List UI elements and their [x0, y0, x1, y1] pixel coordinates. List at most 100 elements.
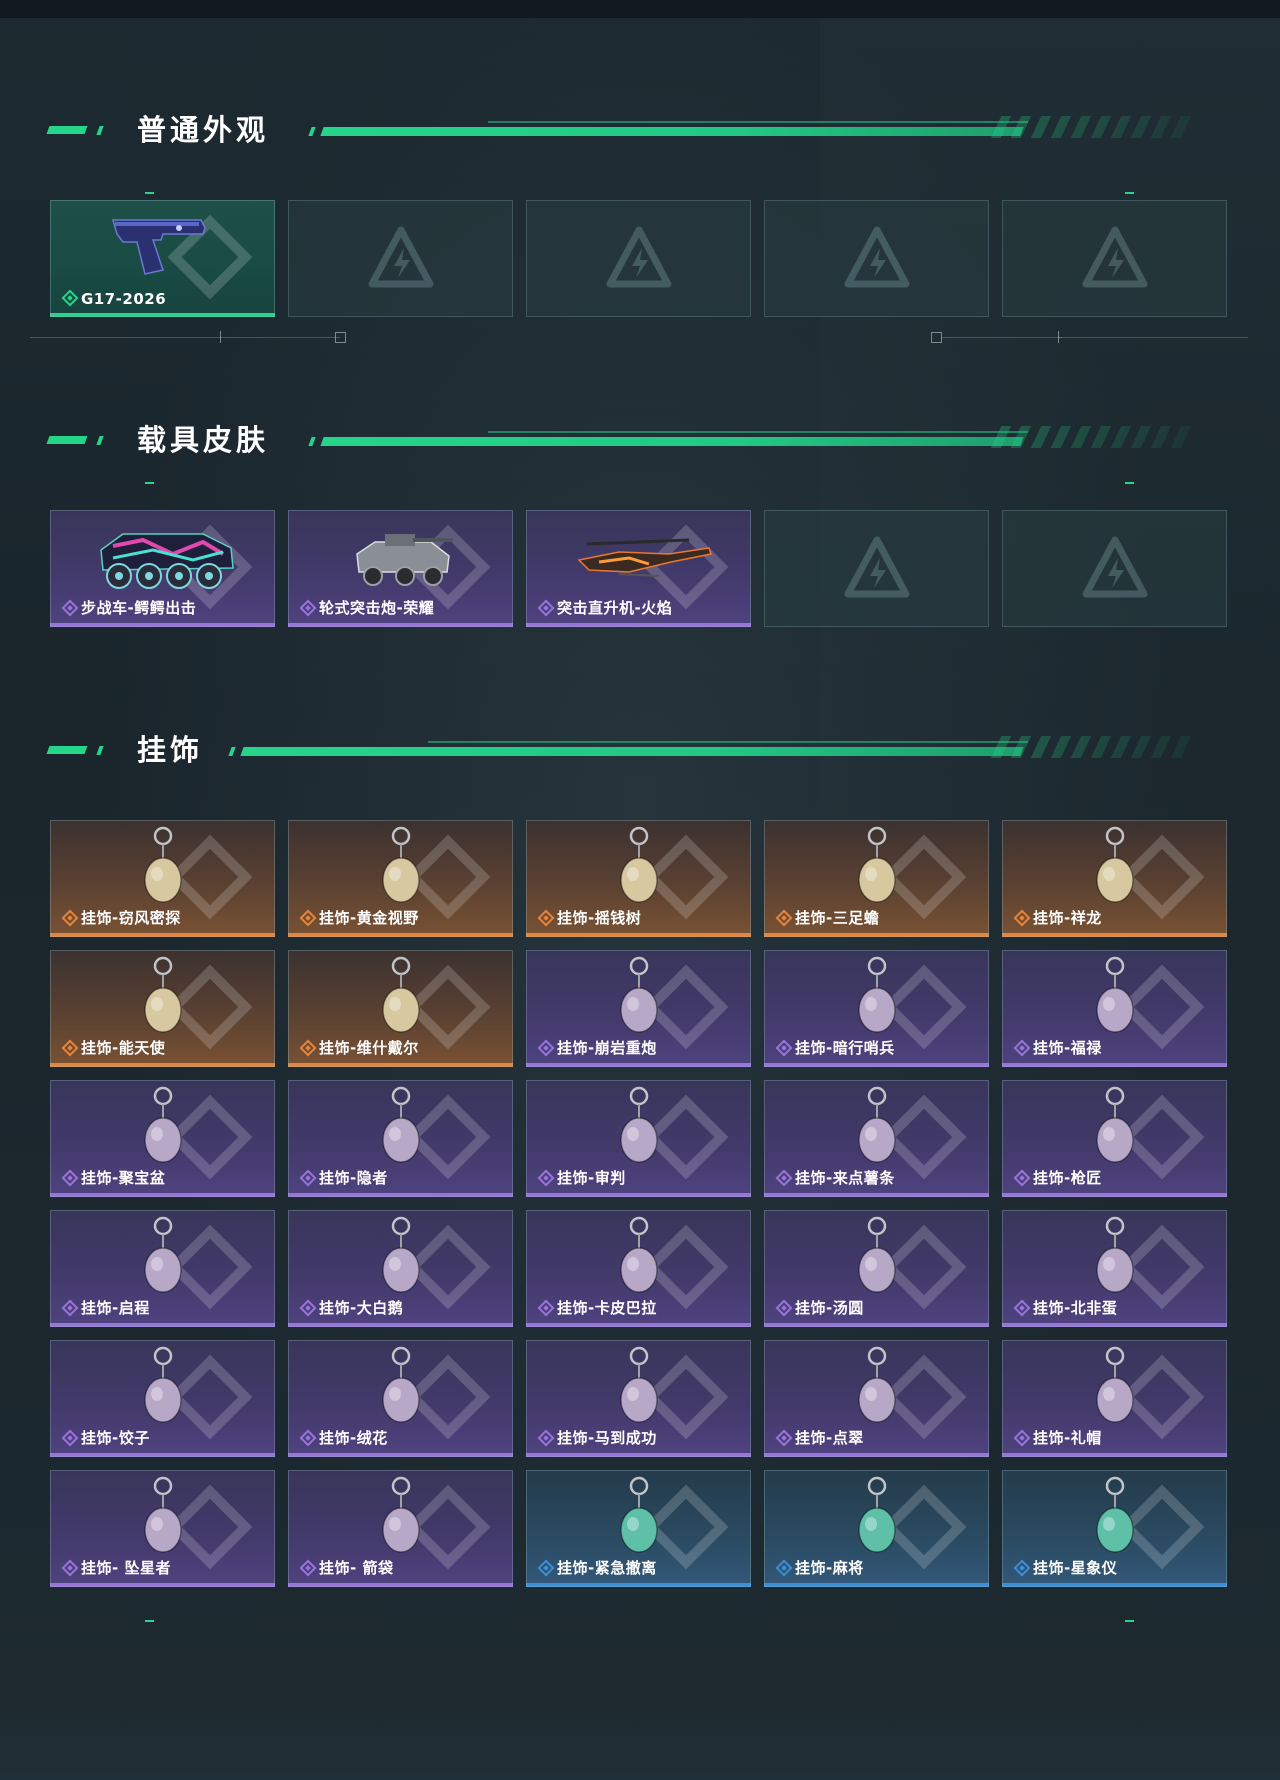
- ruler-square: [931, 332, 942, 343]
- item-card[interactable]: 挂饰-隐者: [288, 1080, 513, 1197]
- item-card[interactable]: 挂饰-维什戴尔: [288, 950, 513, 1067]
- header-tick: [308, 127, 316, 136]
- card-frame: [526, 1340, 751, 1457]
- corner-mark: [145, 192, 154, 194]
- item-card[interactable]: 挂饰-审判: [526, 1080, 751, 1197]
- section-header-charm: 挂饰: [46, 730, 1202, 770]
- item-card[interactable]: 挂饰- 坠星者: [50, 1470, 275, 1587]
- card-frame: [1002, 1340, 1227, 1457]
- item-card[interactable]: 挂饰-三足蟾: [764, 820, 989, 937]
- card-frame: [764, 1080, 989, 1197]
- card-frame: [526, 820, 751, 937]
- card-frame: [764, 1340, 989, 1457]
- header-tick: [228, 747, 236, 756]
- card-frame: [50, 950, 275, 1067]
- ruler-line: [942, 337, 1062, 338]
- item-card[interactable]: 挂饰-聚宝盆: [50, 1080, 275, 1197]
- corner-mark: [1125, 192, 1134, 194]
- item-card[interactable]: 挂饰- 箭袋: [288, 1470, 513, 1587]
- empty-slot-card: [1002, 510, 1227, 627]
- card-frame: [526, 950, 751, 1067]
- item-card[interactable]: 挂饰-窃风密探: [50, 820, 275, 937]
- item-card[interactable]: 挂饰-能天使: [50, 950, 275, 1067]
- header-bar: [320, 127, 1024, 136]
- item-card[interactable]: 挂饰-大白鹅: [288, 1210, 513, 1327]
- item-card[interactable]: 挂饰-卡皮巴拉: [526, 1210, 751, 1327]
- card-frame: [764, 510, 989, 627]
- card-frame: [526, 1210, 751, 1327]
- card-frame: [764, 950, 989, 1067]
- header-dash: [46, 746, 88, 754]
- section-title: 挂饰: [137, 733, 204, 767]
- header-thin-line: [488, 431, 1028, 433]
- item-card[interactable]: 挂饰-黄金视野: [288, 820, 513, 937]
- ruler-line: [1058, 337, 1248, 338]
- item-card[interactable]: G17-2026: [50, 200, 275, 317]
- item-card[interactable]: 挂饰-摇钱树: [526, 820, 751, 937]
- card-frame: [1002, 510, 1227, 627]
- section-title: 载具皮肤: [137, 423, 270, 457]
- corner-mark: [1125, 1620, 1134, 1622]
- section-header-vehicle: 载具皮肤: [46, 420, 1202, 460]
- item-card[interactable]: 挂饰-来点薯条: [764, 1080, 989, 1197]
- item-card[interactable]: 挂饰-麻将: [764, 1470, 989, 1587]
- header-dash: [46, 126, 88, 134]
- item-card[interactable]: 挂饰-崩岩重炮: [526, 950, 751, 1067]
- empty-slot-card: [764, 510, 989, 627]
- header-bar: [240, 747, 1024, 756]
- item-card[interactable]: 挂饰-紧急撤离: [526, 1470, 751, 1587]
- item-card[interactable]: 挂饰-星象仪: [1002, 1470, 1227, 1587]
- item-card[interactable]: 挂饰-祥龙: [1002, 820, 1227, 937]
- section-title: 普通外观: [137, 113, 270, 147]
- card-frame: [50, 1340, 275, 1457]
- card-frame: [288, 1080, 513, 1197]
- card-frame: [50, 510, 275, 627]
- card-frame: [50, 1470, 275, 1587]
- item-card[interactable]: 挂饰-汤圆: [764, 1210, 989, 1327]
- card-frame: [50, 1210, 275, 1327]
- section-header-normal: 普通外观: [46, 110, 1202, 150]
- card-frame: [288, 1210, 513, 1327]
- card-frame: [50, 820, 275, 937]
- item-card[interactable]: 步战车-鳄鳄出击: [50, 510, 275, 627]
- empty-slot-card: [764, 200, 989, 317]
- card-frame: [526, 1080, 751, 1197]
- card-frame: [526, 200, 751, 317]
- item-card[interactable]: 轮式突击炮-荣耀: [288, 510, 513, 627]
- card-frame: [526, 1470, 751, 1587]
- header-dash: [46, 436, 88, 444]
- header-thin-line: [488, 121, 1028, 123]
- card-frame: [288, 200, 513, 317]
- card-frame: [526, 510, 751, 627]
- header-dash: [96, 126, 104, 135]
- top-strip: [0, 0, 1280, 18]
- item-card[interactable]: 挂饰-启程: [50, 1210, 275, 1327]
- item-card[interactable]: 挂饰-马到成功: [526, 1340, 751, 1457]
- empty-slot-card: [1002, 200, 1227, 317]
- card-frame: [764, 200, 989, 317]
- item-card[interactable]: 挂饰-枪匠: [1002, 1080, 1227, 1197]
- card-frame: [1002, 1080, 1227, 1197]
- card-frame: [1002, 820, 1227, 937]
- card-frame: [1002, 950, 1227, 1067]
- item-card[interactable]: 挂饰-北非蛋: [1002, 1210, 1227, 1327]
- item-card[interactable]: 挂饰-礼帽: [1002, 1340, 1227, 1457]
- item-card[interactable]: 挂饰-福禄: [1002, 950, 1227, 1067]
- item-card[interactable]: 挂饰-绒花: [288, 1340, 513, 1457]
- item-card[interactable]: 突击直升机-火焰: [526, 510, 751, 627]
- card-frame: [1002, 200, 1227, 317]
- header-thin-line: [428, 741, 1028, 743]
- item-card[interactable]: 挂饰-点翠: [764, 1340, 989, 1457]
- background-cityscape: [0, 1590, 1280, 1780]
- header-dash: [96, 436, 104, 445]
- card-frame: [50, 1080, 275, 1197]
- header-dash: [96, 746, 104, 755]
- card-frame: [50, 200, 275, 317]
- empty-slot-card: [526, 200, 751, 317]
- corner-mark: [145, 482, 154, 484]
- card-frame: [764, 1210, 989, 1327]
- card-frame: [288, 820, 513, 937]
- header-checker-pattern: [990, 736, 1202, 758]
- item-card[interactable]: 挂饰-暗行哨兵: [764, 950, 989, 1067]
- item-card[interactable]: 挂饰-饺子: [50, 1340, 275, 1457]
